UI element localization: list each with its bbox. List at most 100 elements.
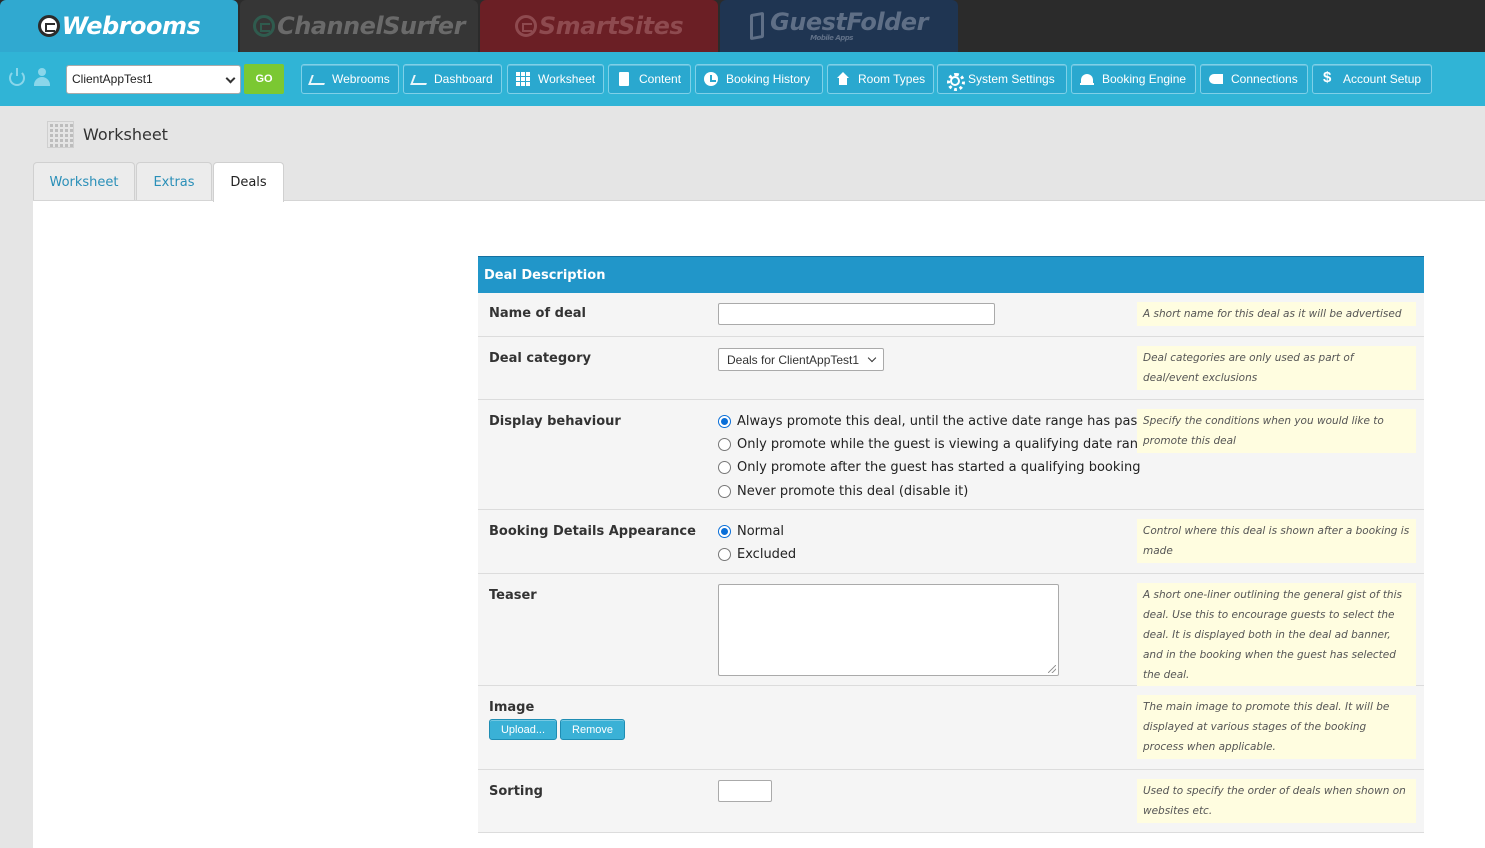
client-select-value: ClientAppTest1 bbox=[72, 72, 153, 86]
resize-grip-icon[interactable] bbox=[1048, 665, 1056, 673]
deal-category-select[interactable]: Deals for ClientAppTest1 bbox=[718, 348, 884, 371]
history-icon bbox=[704, 72, 718, 86]
display-option-label: Never promote this deal (disable it) bbox=[737, 484, 969, 499]
brand-sublabel-guestfolder: Mobile Apps bbox=[810, 34, 853, 42]
row-teaser: Teaser A short one-liner outlining the g… bbox=[478, 574, 1424, 687]
row-booking-details-appearance: Booking Details Appearance Normal Exclud… bbox=[478, 510, 1424, 574]
nav-content-label: Content bbox=[639, 72, 682, 86]
display-option-label: Only promote after the guest has started… bbox=[737, 460, 1141, 475]
teaser-label: Teaser bbox=[489, 588, 537, 603]
nav-connections-label: Connections bbox=[1231, 72, 1298, 86]
name-of-deal-hint: A short name for this deal as it will be… bbox=[1137, 302, 1416, 326]
nav-dashboard-button[interactable]: Dashboard bbox=[403, 64, 502, 94]
sorting-label: Sorting bbox=[489, 784, 543, 799]
teaser-textarea[interactable] bbox=[718, 584, 1059, 676]
client-select[interactable]: ClientAppTest1 bbox=[66, 65, 241, 94]
document-icon bbox=[617, 72, 631, 86]
webrooms-logo-icon bbox=[37, 15, 60, 37]
row-display-behaviour: Display behaviour Always promote this de… bbox=[478, 400, 1424, 510]
tab-extras[interactable]: Extras bbox=[136, 162, 212, 201]
chevron-down-icon bbox=[867, 353, 877, 363]
nav-content-button[interactable]: Content bbox=[608, 64, 691, 94]
radio-button[interactable] bbox=[718, 461, 731, 474]
deal-category-hint: Deal categories are only used as part of… bbox=[1137, 346, 1416, 390]
nav-booking-history-label: Booking History bbox=[726, 72, 811, 86]
brand-tab-webrooms[interactable]: Webrooms bbox=[0, 0, 238, 52]
row-deal-category: Deal category Deals for ClientAppTest1 D… bbox=[478, 337, 1424, 400]
user-icon[interactable] bbox=[34, 68, 50, 86]
row-sorting: Sorting Used to specify the order of dea… bbox=[478, 770, 1424, 833]
booking-option-normal[interactable]: Normal bbox=[718, 524, 784, 539]
radio-button[interactable] bbox=[718, 415, 731, 428]
brand-label-smartsites: SmartSites bbox=[538, 12, 684, 40]
dollar-icon bbox=[1321, 69, 1335, 86]
display-option-0[interactable]: Always promote this deal, until the acti… bbox=[718, 414, 1160, 429]
display-option-2[interactable]: Only promote after the guest has started… bbox=[718, 460, 1140, 475]
connections-icon bbox=[1209, 72, 1223, 86]
brand-tab-channelsurfer[interactable]: ChannelSurfer bbox=[240, 0, 478, 52]
nav-booking-engine-label: Booking Engine bbox=[1102, 72, 1187, 86]
brand-label-guestfolder: GuestFolder bbox=[770, 8, 928, 36]
booking-appearance-label: Booking Details Appearance bbox=[489, 524, 696, 539]
nav-system-settings-button[interactable]: System Settings bbox=[937, 64, 1067, 94]
nav-worksheet-button[interactable]: Worksheet bbox=[507, 64, 604, 94]
radio-button[interactable] bbox=[718, 485, 731, 498]
brand-label-webrooms: Webrooms bbox=[61, 12, 201, 40]
brand-label-channelsurfer: ChannelSurfer bbox=[277, 12, 465, 40]
nav-system-settings-label: System Settings bbox=[968, 72, 1055, 86]
trend-icon bbox=[310, 72, 324, 86]
booking-option-label: Normal bbox=[737, 524, 785, 539]
home-icon bbox=[836, 72, 850, 86]
remove-button[interactable]: Remove bbox=[560, 719, 625, 740]
brand-tab-guestfolder[interactable]: GuestFolder Mobile Apps bbox=[720, 0, 958, 52]
display-option-label: Always promote this deal, until the acti… bbox=[737, 414, 1161, 429]
main-navbar: ClientAppTest1 GO Webrooms Dashboard Wor… bbox=[0, 52, 1485, 106]
display-behaviour-hint: Specify the conditions when you would li… bbox=[1137, 409, 1416, 453]
image-hint: The main image to promote this deal. It … bbox=[1137, 695, 1416, 759]
tab-deals[interactable]: Deals bbox=[213, 162, 284, 202]
product-switcher-bar: Webrooms ChannelSurfer SmartSites GuestF… bbox=[0, 0, 1485, 52]
grid-icon bbox=[516, 72, 530, 86]
radio-button[interactable] bbox=[718, 438, 731, 451]
display-option-1[interactable]: Only promote while the guest is viewing … bbox=[718, 437, 1154, 452]
deal-category-value: Deals for ClientAppTest1 bbox=[727, 353, 860, 367]
tab-worksheet[interactable]: Worksheet bbox=[33, 162, 135, 201]
nav-connections-button[interactable]: Connections bbox=[1200, 64, 1308, 94]
guestfolder-logo-icon bbox=[750, 11, 765, 41]
radio-button[interactable] bbox=[718, 548, 731, 561]
booking-appearance-hint: Control where this deal is shown after a… bbox=[1137, 519, 1416, 563]
worksheet-grid-icon bbox=[47, 121, 74, 148]
panel-header: Deal Description bbox=[478, 256, 1424, 293]
radio-button[interactable] bbox=[718, 525, 731, 538]
nav-account-setup-label: Account Setup bbox=[1343, 72, 1422, 86]
trend-icon bbox=[412, 72, 426, 86]
page-title: Worksheet bbox=[83, 125, 168, 144]
row-image: Image Upload... Remove The main image to… bbox=[478, 686, 1424, 770]
brand-tab-smartsites[interactable]: SmartSites bbox=[480, 0, 718, 52]
go-button[interactable]: GO bbox=[244, 64, 284, 94]
booking-option-excluded[interactable]: Excluded bbox=[718, 547, 796, 562]
nav-webrooms-button[interactable]: Webrooms bbox=[301, 64, 399, 94]
channelsurfer-logo-icon bbox=[253, 15, 276, 37]
upload-button[interactable]: Upload... bbox=[489, 719, 557, 740]
teaser-hint: A short one-liner outlining the general … bbox=[1137, 583, 1416, 687]
row-name-of-deal: Name of deal A short name for this deal … bbox=[478, 293, 1424, 337]
name-of-deal-input[interactable] bbox=[718, 303, 995, 325]
nav-worksheet-label: Worksheet bbox=[538, 72, 596, 86]
nav-room-types-button[interactable]: Room Types bbox=[827, 64, 934, 94]
gear-icon bbox=[946, 72, 965, 91]
name-of-deal-label: Name of deal bbox=[489, 306, 587, 321]
sorting-input[interactable] bbox=[718, 780, 772, 802]
bell-icon bbox=[1080, 72, 1094, 86]
nav-booking-history-button[interactable]: Booking History bbox=[695, 64, 823, 94]
smartsites-logo-icon bbox=[514, 15, 537, 37]
sorting-hint: Used to specify the order of deals when … bbox=[1137, 779, 1416, 823]
power-icon[interactable] bbox=[9, 68, 25, 86]
nav-booking-engine-button[interactable]: Booking Engine bbox=[1071, 64, 1196, 94]
display-option-label: Only promote while the guest is viewing … bbox=[737, 437, 1155, 452]
nav-account-setup-button[interactable]: Account Setup bbox=[1312, 64, 1432, 94]
nav-webrooms-label: Webrooms bbox=[332, 72, 390, 86]
display-option-3[interactable]: Never promote this deal (disable it) bbox=[718, 484, 968, 499]
nav-dashboard-label: Dashboard bbox=[434, 72, 493, 86]
deal-category-label: Deal category bbox=[489, 351, 591, 366]
